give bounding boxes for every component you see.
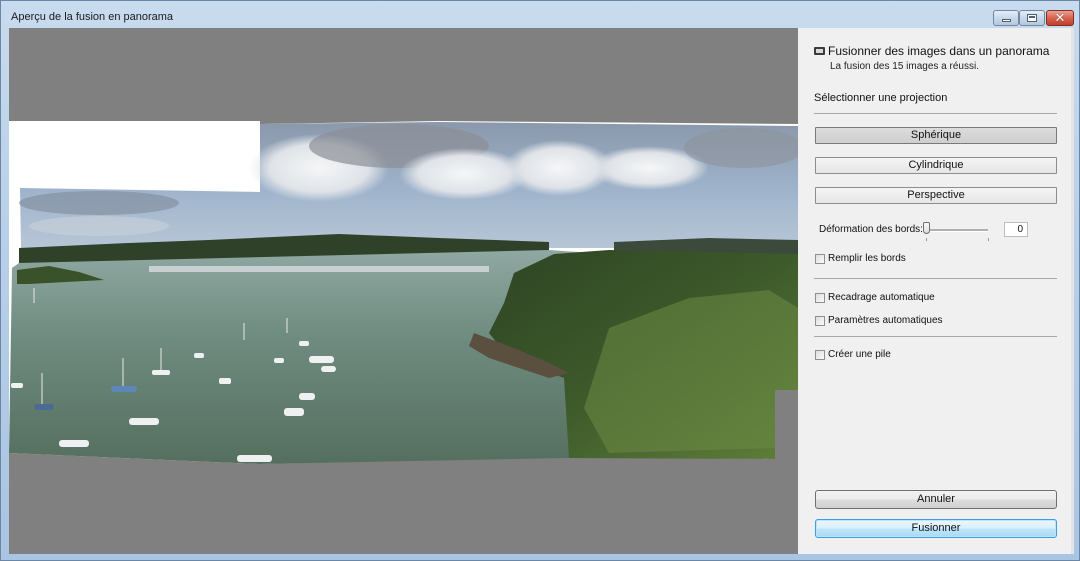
projection-cylindrical-button[interactable]: Cylindrique <box>815 157 1057 174</box>
slider-tick <box>988 238 989 241</box>
auto-settings-label: Paramètres automatiques <box>828 315 943 326</box>
checkbox-box[interactable] <box>815 349 825 360</box>
pano-cloud <box>29 216 169 236</box>
checkbox-box[interactable] <box>815 253 825 264</box>
pano-boat <box>321 366 336 372</box>
pano-boat <box>129 418 159 425</box>
panel-title: Fusionner des images dans un panorama <box>828 44 1050 58</box>
minimize-icon <box>1001 18 1011 22</box>
pano-boat <box>284 408 304 416</box>
projection-label: Sélectionner une projection <box>814 92 948 104</box>
panorama-image <box>9 121 798 464</box>
pano-boat <box>152 370 170 375</box>
pano-boat <box>11 383 23 388</box>
close-button[interactable]: ✕ <box>1046 10 1074 26</box>
slider-tick <box>926 238 927 241</box>
pano-boat <box>34 404 54 410</box>
divider <box>814 336 1057 337</box>
projection-perspective-button[interactable]: Perspective <box>815 187 1057 204</box>
close-icon: ✕ <box>1054 10 1066 25</box>
pano-cloud <box>19 191 179 215</box>
window-title: Aperçu de la fusion en panorama <box>11 11 174 23</box>
pano-boat <box>299 393 315 400</box>
pano-boat <box>194 353 204 358</box>
maximize-icon <box>1027 14 1037 22</box>
boundary-warp-slider-thumb[interactable] <box>923 222 930 234</box>
pano-marina <box>149 266 489 272</box>
pano-boat <box>219 378 231 384</box>
auto-crop-label: Recadrage automatique <box>828 292 935 303</box>
minimize-button[interactable] <box>993 10 1019 26</box>
checkbox-box[interactable] <box>815 292 825 303</box>
create-stack-label: Créer une pile <box>828 349 891 360</box>
panel-scrollbar[interactable] <box>1071 28 1074 554</box>
boundary-warp-value-input[interactable]: 0 <box>1004 222 1028 237</box>
panorama-preview <box>9 28 798 554</box>
fill-edges-label: Remplir les bords <box>828 253 906 264</box>
divider <box>814 113 1057 114</box>
auto-settings-checkbox[interactable]: Paramètres automatiques <box>815 315 943 326</box>
pano-boat <box>274 358 284 363</box>
cancel-button[interactable]: Annuler <box>815 490 1057 509</box>
panorama-icon <box>814 47 825 55</box>
pano-boat <box>59 440 89 447</box>
auto-crop-checkbox[interactable]: Recadrage automatique <box>815 292 935 303</box>
merge-status-text: La fusion des 15 images a réussi. <box>830 61 979 72</box>
boundary-warp-slider-track[interactable] <box>926 229 988 232</box>
pano-boat <box>299 341 309 346</box>
maximize-button[interactable] <box>1019 10 1045 26</box>
create-stack-checkbox[interactable]: Créer une pile <box>815 349 891 360</box>
settings-panel: Fusionner des images dans un panorama La… <box>798 28 1074 554</box>
projection-spherical-button[interactable]: Sphérique <box>815 127 1057 144</box>
checkbox-box[interactable] <box>815 315 825 326</box>
panorama-merge-preview-window: Aperçu de la fusion en panorama ✕ Fusion… <box>0 0 1080 561</box>
fill-edges-checkbox[interactable]: Remplir les bords <box>815 253 906 264</box>
boundary-warp-label: Déformation des bords: <box>819 224 923 235</box>
pano-boat <box>111 386 137 392</box>
pano-boat <box>309 356 334 363</box>
merge-button[interactable]: Fusionner <box>815 519 1057 538</box>
pano-boat <box>237 455 272 462</box>
title-bar[interactable]: Aperçu de la fusion en panorama ✕ <box>1 1 1079 28</box>
divider <box>814 278 1057 279</box>
